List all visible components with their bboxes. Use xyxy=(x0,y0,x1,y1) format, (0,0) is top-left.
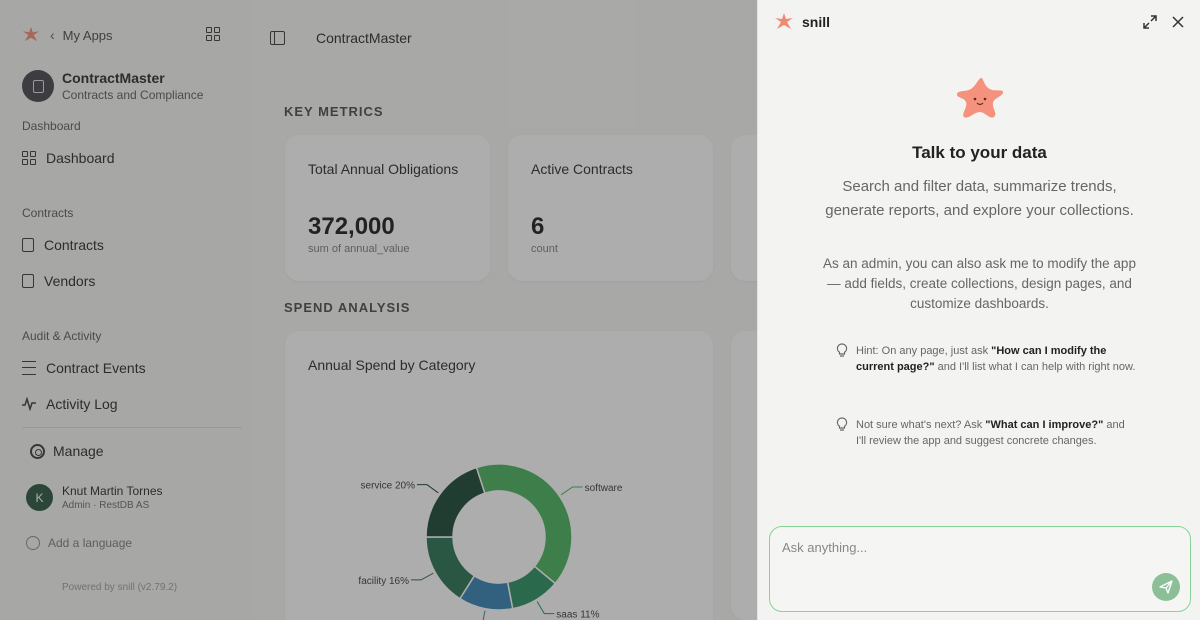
chat-input-box xyxy=(769,526,1191,612)
assistant-panel: snill Talk to your data Search and filte… xyxy=(757,0,1200,620)
assistant-admin-note: As an admin, you can also ask me to modi… xyxy=(823,256,1136,311)
expand-icon[interactable] xyxy=(1142,14,1158,30)
assistant-title: Talk to your data xyxy=(912,143,1047,162)
lightbulb-icon xyxy=(836,417,848,431)
assistant-brand: snill xyxy=(802,14,831,30)
send-button[interactable] xyxy=(1152,573,1180,601)
send-icon xyxy=(1159,580,1173,594)
brand-logo-icon xyxy=(775,13,793,29)
lightbulb-icon xyxy=(836,343,848,357)
assistant-header: snill xyxy=(774,12,830,32)
assistant-description: Search and filter data, summarize trends… xyxy=(825,178,1134,219)
close-icon[interactable] xyxy=(1170,14,1186,30)
chat-input[interactable] xyxy=(782,540,1162,555)
hint-item: Hint: On any page, just ask "How can I m… xyxy=(836,343,1136,375)
mascot-icon xyxy=(956,77,1004,118)
hint-text: Not sure what's next? Ask "What can I im… xyxy=(856,419,1125,447)
modal-overlay[interactable] xyxy=(0,0,757,620)
hint-text: Hint: On any page, just ask "How can I m… xyxy=(856,345,1136,373)
hint-item: Not sure what's next? Ask "What can I im… xyxy=(836,417,1136,449)
